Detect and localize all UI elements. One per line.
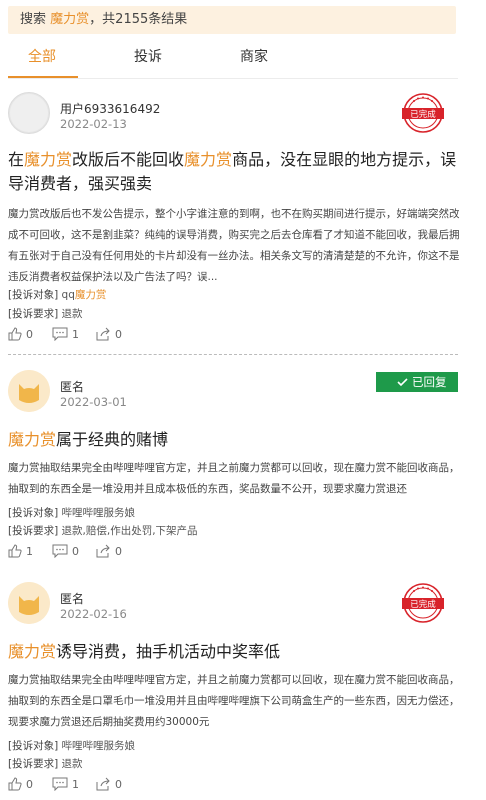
complaint-object: [投诉对象] qq魔力赏 bbox=[8, 287, 106, 302]
like-count: 0 bbox=[26, 777, 33, 791]
search-keyword: 魔力赏 bbox=[50, 12, 90, 27]
title-keyword: 魔力赏 bbox=[8, 430, 57, 449]
complaint-title[interactable]: 魔力赏诱导消费，抽手机活动中奖率低 bbox=[8, 640, 466, 664]
title-text: 在 bbox=[8, 150, 25, 169]
replied-badge: 已回复 bbox=[376, 372, 458, 392]
tabs-divider bbox=[8, 78, 458, 79]
comment-button[interactable]: 1 bbox=[52, 327, 79, 341]
tab-complaints[interactable]: 投诉 bbox=[134, 46, 162, 66]
tab-all[interactable]: 全部 bbox=[28, 46, 56, 66]
title-text: 改版后不能回收 bbox=[72, 150, 185, 169]
comment-count: 1 bbox=[72, 777, 79, 791]
demand-value: 退款 bbox=[61, 758, 83, 770]
post-date: 2022-02-13 bbox=[60, 117, 127, 131]
like-button[interactable]: 0 bbox=[8, 327, 33, 341]
avatar bbox=[8, 582, 50, 624]
completed-stamp-icon: 已完成 bbox=[402, 93, 444, 133]
status-label: 已完成 bbox=[410, 599, 436, 610]
like-button[interactable]: 1 bbox=[8, 544, 33, 558]
post-date: 2022-03-01 bbox=[60, 395, 127, 409]
complaint-title[interactable]: 在魔力赏改版后不能回收魔力赏商品，没在显眼的地方提示，误导消费者，强买强卖 bbox=[8, 148, 466, 196]
default-user-icon bbox=[10, 94, 48, 132]
avatar bbox=[8, 370, 50, 412]
thumbs-up-icon bbox=[8, 544, 22, 558]
title-text: 属于经典的赌博 bbox=[56, 430, 169, 449]
cat-avatar-icon bbox=[8, 582, 50, 624]
cat-avatar-icon bbox=[8, 370, 50, 412]
like-button[interactable]: 0 bbox=[8, 777, 33, 791]
share-button[interactable]: 0 bbox=[96, 777, 122, 791]
status-label: 已完成 bbox=[410, 109, 436, 120]
demand-label: [投诉要求] bbox=[8, 308, 59, 320]
demand-label: [投诉要求] bbox=[8, 758, 59, 770]
demand-value: 退款 bbox=[61, 308, 83, 320]
post-date: 2022-02-16 bbox=[60, 607, 127, 621]
object-label: [投诉对象] bbox=[8, 507, 59, 519]
like-count: 1 bbox=[26, 544, 33, 558]
complaint-demand: [投诉要求] 退款,赔偿,作出处罚,下架产品 bbox=[8, 523, 198, 538]
demand-value: 退款,赔偿,作出处罚,下架产品 bbox=[61, 525, 198, 537]
share-icon bbox=[96, 777, 110, 791]
status-label: 已回复 bbox=[412, 375, 447, 389]
tab-bar: 全部 投诉 商家 bbox=[0, 40, 486, 78]
title-keyword: 魔力赏 bbox=[24, 150, 73, 169]
share-icon bbox=[96, 327, 110, 341]
completed-stamp-icon: 已完成 bbox=[402, 583, 444, 623]
avatar bbox=[8, 92, 50, 134]
complaint-object: [投诉对象] 哔哩哔哩服务娘 bbox=[8, 738, 135, 753]
complaint-body: 魔力赏改版后也不发公告提示，整个小字谁注意的到啊，也不在购买期间进行提示，好端端… bbox=[8, 208, 460, 283]
object-value: qq bbox=[61, 289, 75, 301]
title-keyword: 魔力赏 bbox=[184, 150, 233, 169]
comment-button[interactable]: 0 bbox=[52, 544, 79, 558]
object-value: 哔哩哔哩服务娘 bbox=[61, 740, 136, 752]
post-divider bbox=[8, 354, 458, 355]
complaint-object: [投诉对象] 哔哩哔哩服务娘 bbox=[8, 505, 135, 520]
title-keyword: 魔力赏 bbox=[8, 642, 57, 661]
complaint-body: 魔力赏抽取结果完全由哔哩哔哩官方定，并且之前魔力赏都可以回收，现在魔力赏不能回收… bbox=[8, 674, 460, 728]
thumbs-up-icon bbox=[8, 777, 22, 791]
comment-count: 1 bbox=[72, 327, 79, 341]
comment-button[interactable]: 1 bbox=[52, 777, 79, 791]
complaint-title[interactable]: 魔力赏属于经典的赌博 bbox=[8, 428, 466, 452]
title-text: 诱导消费，抽手机活动中奖率低 bbox=[56, 642, 281, 661]
user-name[interactable]: 用户6933616492 bbox=[60, 100, 160, 117]
comment-icon bbox=[52, 544, 68, 558]
object-label: [投诉对象] bbox=[8, 289, 59, 301]
share-count: 0 bbox=[115, 777, 122, 791]
share-count: 0 bbox=[115, 327, 122, 341]
comment-icon bbox=[52, 777, 68, 791]
object-label: [投诉对象] bbox=[8, 740, 59, 752]
comment-icon bbox=[52, 327, 68, 341]
object-keyword: 魔力赏 bbox=[74, 289, 107, 301]
search-count: ，共2155条结果 bbox=[89, 12, 188, 27]
complaint-demand: [投诉要求] 退款 bbox=[8, 756, 83, 771]
object-value: 哔哩哔哩服务娘 bbox=[61, 507, 136, 519]
comment-count: 0 bbox=[72, 544, 79, 558]
user-name[interactable]: 匿名 bbox=[60, 590, 84, 607]
like-count: 0 bbox=[26, 327, 33, 341]
tab-merchants[interactable]: 商家 bbox=[240, 46, 268, 66]
search-prefix: 搜索 bbox=[20, 12, 47, 27]
complaint-body: 魔力赏抽取结果完全由哔哩哔哩官方定，并且之前魔力赏都可以回收，现在魔力赏不能回收… bbox=[8, 462, 460, 495]
search-result-banner: 搜索 魔力赏，共2155条结果 bbox=[8, 6, 456, 34]
thumbs-up-icon bbox=[8, 327, 22, 341]
user-name[interactable]: 匿名 bbox=[60, 378, 84, 395]
demand-label: [投诉要求] bbox=[8, 525, 59, 537]
complaint-demand: [投诉要求] 退款 bbox=[8, 306, 83, 321]
share-button[interactable]: 0 bbox=[96, 327, 122, 341]
share-icon bbox=[96, 544, 110, 558]
share-count: 0 bbox=[115, 544, 122, 558]
share-button[interactable]: 0 bbox=[96, 544, 122, 558]
